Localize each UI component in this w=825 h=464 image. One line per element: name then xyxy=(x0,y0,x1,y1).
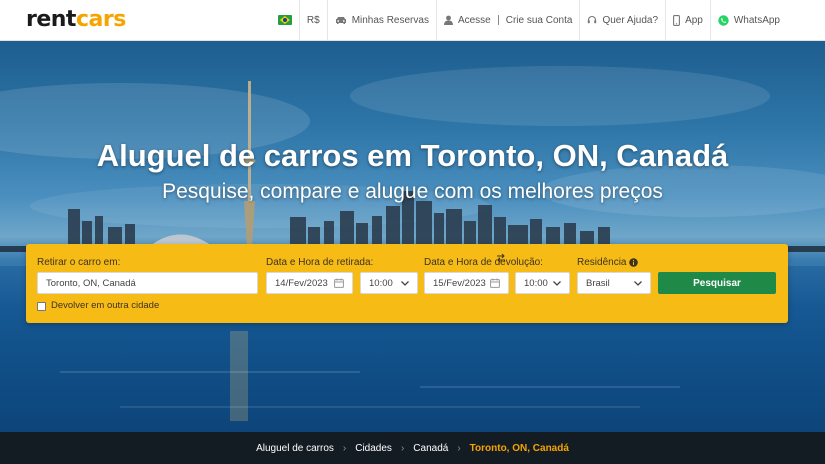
breadcrumb-item-car-rental[interactable]: Aluguel de carros xyxy=(256,443,334,454)
help-label: Quer Ajuda? xyxy=(602,14,659,26)
my-reservations-label: Minhas Reservas xyxy=(351,14,429,26)
return-date-value: 15/Fev/2023 xyxy=(433,277,486,289)
brazil-flag-icon xyxy=(277,15,292,25)
whatsapp-label: WhatsApp xyxy=(733,14,780,26)
residence-select[interactable]: Brasil xyxy=(577,272,651,294)
car-icon xyxy=(335,16,346,24)
account-links: Acesse Crie sua Conta xyxy=(435,0,580,40)
calendar-icon xyxy=(334,278,344,288)
residence-label: Residência xyxy=(577,257,627,268)
return-time-value: 10:00 xyxy=(524,277,548,289)
residence-value: Brasil xyxy=(586,277,610,289)
pickup-location-value: Toronto, ON, Canadá xyxy=(46,277,136,289)
chevron-down-icon xyxy=(553,280,561,286)
language-selector[interactable] xyxy=(271,0,299,40)
currency-selector[interactable]: R$ xyxy=(298,0,327,40)
toronto-skyline xyxy=(0,81,825,252)
calendar-icon xyxy=(490,278,500,288)
breadcrumb-separator: › xyxy=(400,442,405,454)
pickup-location-input[interactable]: Toronto, ON, Canadá xyxy=(37,272,258,294)
headset-icon xyxy=(588,15,597,24)
pickup-date-value: 14/Fev/2023 xyxy=(275,277,328,289)
app-link[interactable]: App xyxy=(665,0,710,40)
hero-title: Aluguel de carros em Toronto, ON, Canadá xyxy=(96,138,729,173)
breadcrumb-item-canada[interactable]: Canadá xyxy=(413,443,448,454)
divider xyxy=(497,15,499,25)
info-icon[interactable] xyxy=(629,258,639,267)
pickup-datetime-label: Data e Hora de retirada: xyxy=(266,257,374,268)
return-date-input[interactable]: 15/Fev/2023 xyxy=(424,272,509,294)
hero-banner: Aluguel de carros em Toronto, ON, Canadá… xyxy=(0,41,825,432)
search-button[interactable]: Pesquisar xyxy=(658,272,776,294)
pickup-time-value: 10:00 xyxy=(369,277,393,289)
help-link[interactable]: Quer Ajuda? xyxy=(579,0,665,40)
breadcrumb-item-cities[interactable]: Cidades xyxy=(355,443,392,454)
return-other-city-label[interactable]: Devolver em outra cidade xyxy=(51,300,159,311)
return-time-select[interactable]: 10:00 xyxy=(515,272,570,294)
breadcrumb-current: Toronto, ON, Canadá xyxy=(469,442,569,454)
hero-subtitle: Pesquise, compare e alugue com os melhor… xyxy=(162,180,663,203)
chevron-down-icon xyxy=(634,280,642,286)
pickup-time-select[interactable]: 10:00 xyxy=(360,272,418,294)
whatsapp-link[interactable]: WhatsApp xyxy=(709,0,825,40)
chevron-down-icon xyxy=(401,280,409,286)
breadcrumb-separator: › xyxy=(342,442,347,454)
rentcars-logo[interactable]: rentcars xyxy=(26,8,126,32)
user-icon xyxy=(443,15,453,25)
signup-link[interactable]: Crie sua Conta xyxy=(506,15,573,26)
pickup-date-input[interactable]: 14/Fev/2023 xyxy=(266,272,353,294)
swap-arrows-icon[interactable] xyxy=(496,253,506,263)
return-other-city-checkbox[interactable] xyxy=(37,302,46,311)
top-navigation-bar: rentcars R$ Minhas Reservas Acesse Crie … xyxy=(0,0,825,41)
header-nav: R$ Minhas Reservas Acesse Crie sua Conta… xyxy=(271,0,825,40)
breadcrumb: Aluguel de carros › Cidades › Canadá › T… xyxy=(0,432,825,464)
my-reservations-link[interactable]: Minhas Reservas xyxy=(326,0,436,40)
return-datetime-label: Data e Hora de devolução: xyxy=(424,257,543,268)
pickup-location-label: Retirar o carro em: xyxy=(37,257,121,268)
app-label: App xyxy=(685,14,703,26)
login-link[interactable]: Acesse xyxy=(458,15,491,26)
whatsapp-icon xyxy=(718,14,729,26)
smartphone-icon xyxy=(673,14,681,26)
currency-label: R$ xyxy=(306,14,320,26)
breadcrumb-separator: › xyxy=(457,442,461,454)
residence-label-group: Residência xyxy=(577,257,639,268)
